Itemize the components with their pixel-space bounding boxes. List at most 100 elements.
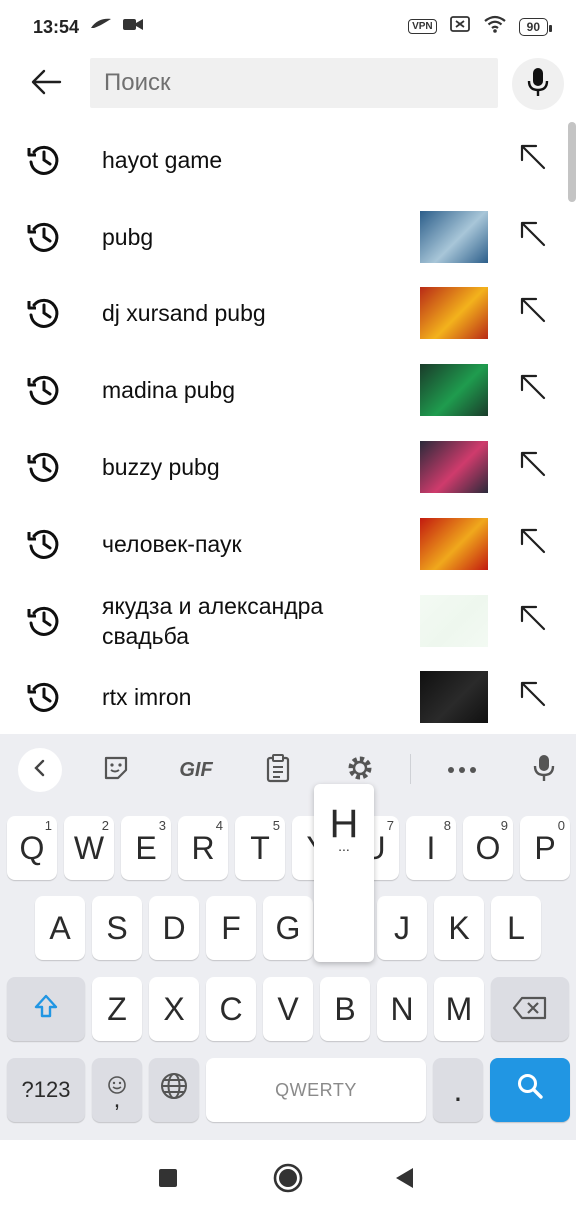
key-number-hint: 1: [44, 818, 52, 833]
comma-key[interactable]: ,: [92, 1058, 142, 1122]
fill-query-arrow-icon[interactable]: [518, 603, 550, 635]
search-box[interactable]: [90, 58, 498, 108]
home-circle-icon: [272, 1162, 304, 1199]
key-v[interactable]: V: [263, 977, 313, 1041]
key-n[interactable]: N: [377, 977, 427, 1041]
gear-icon: [345, 753, 375, 788]
fill-query-arrow-icon[interactable]: [518, 526, 550, 558]
fill-query-arrow-icon[interactable]: [518, 372, 550, 404]
search-action-key[interactable]: [490, 1058, 570, 1122]
language-key[interactable]: [149, 1058, 199, 1122]
gif-button[interactable]: GIF: [170, 748, 222, 792]
suggestion-item[interactable]: buzzy pubg: [0, 429, 576, 505]
key-t-label: T: [250, 829, 270, 866]
suggestion-thumbnail: [420, 595, 488, 647]
history-icon: [26, 372, 62, 408]
suggestion-text: dj xursand pubg: [102, 300, 266, 326]
key-e[interactable]: E3: [121, 816, 171, 880]
battery-icon: 90: [518, 17, 553, 36]
key-number-hint: 4: [215, 818, 223, 833]
history-icon: [26, 219, 62, 255]
key-m-label: M: [445, 990, 473, 1027]
sticker-button[interactable]: [94, 748, 138, 792]
key-o[interactable]: O9: [463, 816, 513, 880]
suggestion-item[interactable]: якудза и александра свадьба: [0, 583, 576, 659]
numbers-key[interactable]: ?123: [7, 1058, 85, 1122]
fill-query-arrow-icon[interactable]: [518, 449, 550, 481]
key-r[interactable]: R4: [178, 816, 228, 880]
key-c[interactable]: C: [206, 977, 256, 1041]
key-f[interactable]: F: [206, 896, 256, 960]
fill-query-arrow-icon[interactable]: [518, 219, 550, 251]
key-w[interactable]: W2: [64, 816, 114, 880]
history-icon: [26, 603, 62, 639]
video-camera-icon: [122, 16, 144, 37]
history-icon: [26, 449, 62, 485]
key-l[interactable]: L: [491, 896, 541, 960]
shift-key[interactable]: [7, 977, 85, 1041]
more-dots-icon: [447, 761, 477, 779]
history-icon: [26, 295, 62, 331]
key-k[interactable]: K: [434, 896, 484, 960]
key-q[interactable]: Q1: [7, 816, 57, 880]
key-number-hint: 3: [158, 818, 166, 833]
back-nav-button[interactable]: [382, 1158, 426, 1202]
key-x[interactable]: X: [149, 977, 199, 1041]
key-g[interactable]: G: [263, 896, 313, 960]
key-f-label: F: [221, 909, 241, 946]
voice-search-button[interactable]: [512, 58, 564, 110]
comma-label: ,: [113, 1086, 121, 1113]
key-p[interactable]: P0: [520, 816, 570, 880]
home-button[interactable]: [266, 1158, 310, 1202]
search-icon: [515, 1071, 545, 1109]
suggestion-text: pubg: [102, 224, 154, 250]
key-d[interactable]: D: [149, 896, 199, 960]
key-j[interactable]: J: [377, 896, 427, 960]
suggestion-text: buzzy pubg: [102, 454, 220, 480]
history-icon: [26, 679, 62, 715]
backspace-key[interactable]: [491, 977, 569, 1041]
clipboard-button[interactable]: [256, 748, 300, 792]
toolbar-divider: [410, 754, 411, 784]
fill-query-arrow-icon[interactable]: [518, 679, 550, 711]
status-time: 13:54: [33, 17, 80, 37]
suggestion-item[interactable]: dj xursand pubg: [0, 275, 576, 351]
key-z[interactable]: Z: [92, 977, 142, 1041]
fill-query-arrow-icon[interactable]: [518, 295, 550, 327]
scrollbar[interactable]: [568, 122, 576, 202]
chevron-left-icon: [32, 758, 48, 783]
fill-query-arrow-icon[interactable]: [518, 142, 550, 174]
back-button[interactable]: [24, 64, 68, 104]
more-button[interactable]: [440, 748, 484, 792]
suggestion-item[interactable]: pubg: [0, 199, 576, 275]
clipboard-icon: [265, 753, 291, 788]
key-z-label: Z: [107, 990, 127, 1027]
globe-icon: [159, 1071, 189, 1109]
key-t[interactable]: T5: [235, 816, 285, 880]
key-b-label: B: [334, 990, 356, 1027]
recents-button[interactable]: [146, 1158, 190, 1202]
sticker-icon: [102, 754, 130, 787]
key-s[interactable]: S: [92, 896, 142, 960]
key-a[interactable]: A: [35, 896, 85, 960]
suggestion-item[interactable]: hayot game: [0, 122, 576, 198]
toolbar-back-button[interactable]: [18, 748, 62, 792]
keyboard-voice-button[interactable]: [522, 748, 566, 792]
search-input[interactable]: [90, 58, 484, 108]
key-i[interactable]: I8: [406, 816, 456, 880]
suggestion-text: rtx imron: [102, 684, 192, 710]
suggestion-item[interactable]: rtx imron: [0, 659, 576, 734]
key-k-label: K: [448, 909, 470, 946]
key-b[interactable]: B: [320, 977, 370, 1041]
suggestion-item[interactable]: madina pubg: [0, 352, 576, 428]
recents-square-icon: [158, 1168, 178, 1193]
key-number-hint: 9: [500, 818, 508, 833]
suggestion-item[interactable]: человек-паук: [0, 506, 576, 582]
space-key[interactable]: QWERTY: [206, 1058, 426, 1122]
key-j-label: J: [394, 909, 410, 946]
key-d-label: D: [162, 909, 186, 946]
period-key-label: .: [453, 1071, 463, 1108]
period-key[interactable]: .: [433, 1058, 483, 1122]
key-m[interactable]: M: [434, 977, 484, 1041]
suggestion-text: madina pubg: [102, 377, 235, 403]
